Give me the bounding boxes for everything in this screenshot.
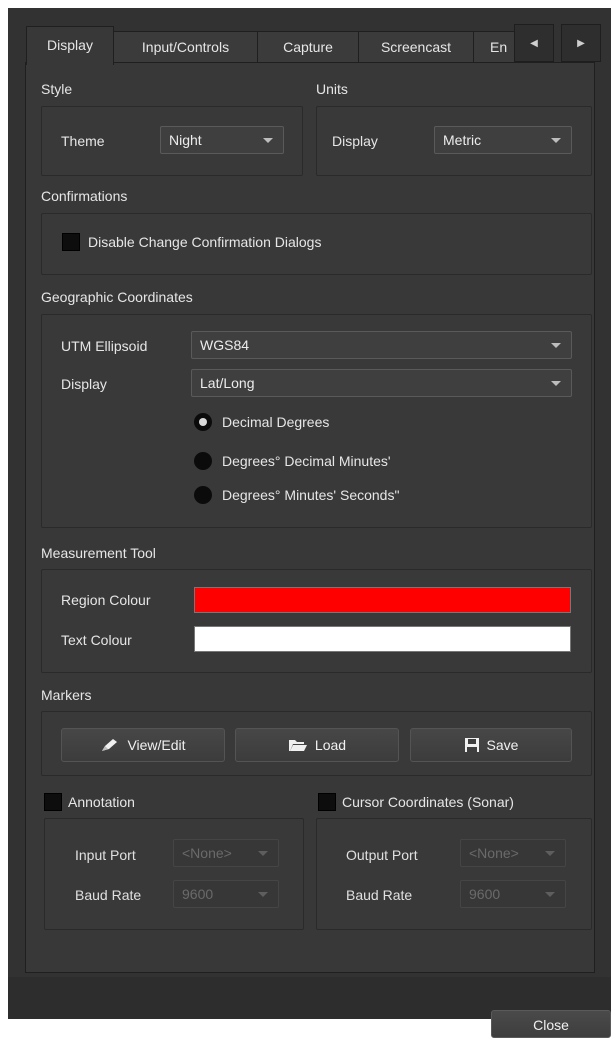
utm-ellipsoid-select[interactable]: WGS84: [191, 331, 572, 359]
save-button[interactable]: Save: [410, 728, 572, 762]
disable-dialogs-checkbox[interactable]: [62, 233, 80, 251]
chevron-down-icon: [263, 138, 273, 143]
geo-display-value: Lat/Long: [200, 375, 255, 391]
decimal-degrees-radio[interactable]: [194, 413, 212, 431]
units-display-label: Display: [332, 133, 378, 149]
input-port-label: Input Port: [75, 847, 136, 863]
units-heading: Units: [316, 81, 348, 97]
save-label: Save: [486, 737, 519, 753]
output-port-select[interactable]: <None>: [460, 839, 566, 867]
cursor-coordinates-checkbox[interactable]: [318, 793, 336, 811]
decimal-degrees-label[interactable]: Decimal Degrees: [222, 414, 329, 430]
theme-select-value: Night: [169, 132, 202, 148]
units-select-value: Metric: [443, 132, 482, 148]
close-button[interactable]: Close: [491, 1010, 611, 1038]
load-button[interactable]: Load: [235, 728, 399, 762]
measurement-tool-group: [41, 569, 592, 673]
confirmations-heading: Confirmations: [41, 188, 128, 204]
theme-select[interactable]: Night: [160, 126, 284, 154]
pencil-edit-icon: [100, 737, 120, 753]
chevron-down-icon: [551, 343, 561, 348]
floppy-disk-icon: [464, 737, 480, 753]
theme-label: Theme: [61, 133, 105, 149]
tab-bar: Display Input/Controls Capture Screencas…: [18, 24, 603, 65]
text-colour-swatch[interactable]: [194, 626, 571, 652]
caret-right-icon: ▶: [577, 37, 585, 49]
output-port-value: <None>: [469, 845, 519, 861]
tab-scroll-left-button[interactable]: ◀: [514, 24, 554, 62]
region-colour-swatch[interactable]: [194, 587, 571, 613]
utm-ellipsoid-value: WGS84: [200, 337, 250, 353]
chevron-down-icon: [545, 851, 555, 856]
degrees-decimal-minutes-radio[interactable]: [194, 452, 212, 470]
annotation-label[interactable]: Annotation: [68, 794, 135, 810]
cursor-baud-rate-value: 9600: [469, 886, 501, 902]
chevron-down-icon: [545, 892, 555, 897]
tab-scroll-right-button[interactable]: ▶: [561, 24, 601, 62]
caret-left-icon: ◀: [530, 37, 538, 49]
geographic-coordinates-heading: Geographic Coordinates: [41, 289, 193, 305]
units-select[interactable]: Metric: [434, 126, 572, 154]
markers-heading: Markers: [41, 687, 92, 703]
chevron-down-icon: [258, 892, 268, 897]
cursor-coordinates-label[interactable]: Cursor Coordinates (Sonar): [342, 794, 514, 810]
tab-input-controls[interactable]: Input/Controls: [113, 31, 258, 64]
annotation-baud-rate-value: 9600: [182, 886, 214, 902]
load-label: Load: [314, 737, 347, 753]
folder-open-icon: [288, 737, 308, 753]
cursor-baud-rate-label: Baud Rate: [346, 887, 413, 903]
output-port-label: Output Port: [346, 847, 418, 863]
annotation-baud-rate-select[interactable]: 9600: [173, 880, 279, 908]
tab-screencast[interactable]: Screencast: [358, 31, 474, 64]
input-port-value: <None>: [182, 845, 232, 861]
annotation-group: [44, 818, 304, 930]
cursor-coordinates-group: [316, 818, 592, 930]
cursor-baud-rate-select[interactable]: 9600: [460, 880, 566, 908]
style-heading: Style: [41, 81, 73, 97]
text-colour-label: Text Colour: [61, 632, 132, 648]
chevron-down-icon: [551, 381, 561, 386]
view-edit-label: View/Edit: [127, 737, 186, 753]
view-edit-button[interactable]: View/Edit: [61, 728, 225, 762]
degrees-decimal-minutes-label[interactable]: Degrees° Decimal Minutes': [222, 453, 391, 469]
annotation-baud-rate-label: Baud Rate: [75, 887, 142, 903]
input-port-select[interactable]: <None>: [173, 839, 279, 867]
degrees-minutes-seconds-label[interactable]: Degrees° Minutes' Seconds": [222, 487, 399, 503]
chevron-down-icon: [551, 138, 561, 143]
measurement-tool-heading: Measurement Tool: [41, 545, 156, 561]
degrees-minutes-seconds-radio[interactable]: [194, 486, 212, 504]
geo-display-select[interactable]: Lat/Long: [191, 369, 572, 397]
disable-dialogs-label[interactable]: Disable Change Confirmation Dialogs: [88, 234, 321, 250]
region-colour-label: Region Colour: [61, 592, 151, 608]
annotation-checkbox[interactable]: [44, 793, 62, 811]
geo-display-label: Display: [61, 376, 107, 392]
tab-capture[interactable]: Capture: [257, 31, 359, 64]
tab-display[interactable]: Display: [26, 26, 114, 65]
chevron-down-icon: [258, 851, 268, 856]
utm-ellipsoid-label: UTM Ellipsoid: [61, 338, 148, 354]
